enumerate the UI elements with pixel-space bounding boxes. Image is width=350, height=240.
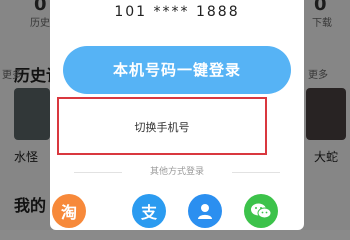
divider-line-right [232,172,280,173]
switch-phone-option[interactable]: 切换手机号 [57,97,267,155]
user-icon [198,204,212,219]
other-methods-divider: 其他方式登录 [50,166,304,178]
wechat-login-button[interactable] [244,194,278,228]
account-login-button[interactable] [188,194,222,228]
taobao-login-button[interactable]: 淘 [52,194,86,228]
alipay-login-button[interactable]: 支 [132,194,166,228]
masked-phone-number: 101 **** 1888 [114,4,240,20]
one-click-login-button[interactable]: 本机号码一键登录 [63,46,291,94]
taobao-icon: 淘 [60,203,77,222]
wechat-icon [251,203,272,219]
switch-phone-label: 切换手机号 [134,121,190,134]
alipay-icon: 支 [140,203,157,222]
